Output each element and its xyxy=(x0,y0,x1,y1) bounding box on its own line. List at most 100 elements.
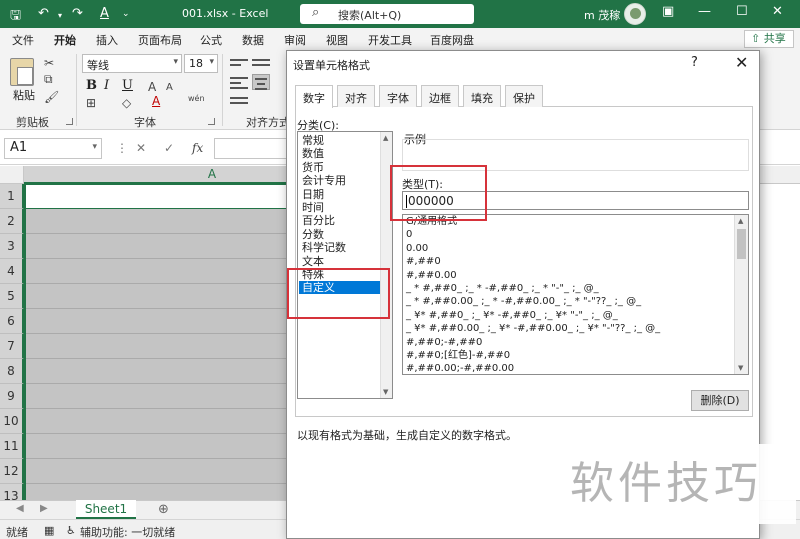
tab-insert[interactable]: 插入 xyxy=(96,32,118,48)
insert-function-icon[interactable]: fx xyxy=(192,141,203,155)
tab-data[interactable]: 数据 xyxy=(242,32,264,48)
tab-view[interactable]: 视图 xyxy=(326,32,348,48)
align-center-icon[interactable] xyxy=(252,74,270,90)
category-item[interactable]: 常规 xyxy=(302,134,324,147)
window-close-icon[interactable]: ✕ xyxy=(772,4,783,19)
tab-alignment[interactable]: 对齐 xyxy=(337,85,375,107)
confirm-entry-icon[interactable]: ✓ xyxy=(164,141,174,155)
ribbon-display-icon[interactable]: ▣ xyxy=(662,4,674,19)
tab-file[interactable]: 文件 xyxy=(12,32,34,48)
row-header[interactable]: 3 xyxy=(0,234,24,259)
format-list-scrollbar[interactable]: ▲ ▼ xyxy=(734,215,748,374)
row-header[interactable]: 11 xyxy=(0,434,24,459)
undo-dropdown-icon[interactable]: ▾ xyxy=(58,11,62,20)
row-header[interactable]: 12 xyxy=(0,459,24,484)
cut-icon[interactable]: ✂ xyxy=(44,56,54,70)
shrink-font-icon[interactable]: A xyxy=(166,82,173,93)
format-code-item[interactable]: 0 xyxy=(406,228,412,242)
tab-home[interactable]: 开始 xyxy=(54,32,76,53)
scroll-thumb[interactable] xyxy=(737,229,746,259)
scroll-up-icon[interactable]: ▲ xyxy=(383,134,388,142)
align-middle-icon[interactable] xyxy=(252,56,270,72)
help-icon[interactable]: ? xyxy=(691,55,698,70)
close-icon[interactable]: ✕ xyxy=(735,53,748,72)
row-header[interactable]: 8 xyxy=(0,359,24,384)
tab-formulas[interactable]: 公式 xyxy=(200,32,222,48)
row-header[interactable]: 6 xyxy=(0,309,24,334)
formula-input[interactable] xyxy=(214,138,296,159)
name-box[interactable]: A1 ▾ xyxy=(4,138,102,159)
customize-quick-access-icon[interactable]: ⌄ xyxy=(122,9,130,19)
delete-button[interactable]: 删除(D) xyxy=(691,390,749,411)
format-code-item[interactable]: #,##0.00 xyxy=(406,269,457,283)
paste-icon[interactable] xyxy=(10,58,34,86)
paste-label[interactable]: 粘贴 xyxy=(13,87,35,103)
tab-baidu-netdisk[interactable]: 百度网盘 xyxy=(430,32,474,48)
tab-font[interactable]: 字体 xyxy=(379,85,417,107)
tab-number[interactable]: 数字 xyxy=(295,85,333,108)
row-header[interactable]: 4 xyxy=(0,259,24,284)
avatar[interactable] xyxy=(624,3,646,25)
category-item[interactable]: 百分比 xyxy=(302,214,335,227)
border-icon[interactable]: ⊞ xyxy=(86,96,96,110)
tab-protection[interactable]: 保护 xyxy=(505,85,543,107)
user-name[interactable]: m 茂稼 xyxy=(584,7,620,23)
category-item[interactable]: 分数 xyxy=(302,228,324,241)
fill-color-icon[interactable]: ◇ xyxy=(122,96,131,110)
share-button[interactable]: ⇧ 共享 xyxy=(744,30,794,48)
select-all-corner[interactable] xyxy=(0,166,24,184)
minimize-icon[interactable]: — xyxy=(698,4,711,19)
category-item[interactable]: 科学记数 xyxy=(302,241,346,254)
tab-developer[interactable]: 开发工具 xyxy=(368,32,412,48)
row-header[interactable]: 5 xyxy=(0,284,24,309)
tab-review[interactable]: 审阅 xyxy=(284,32,306,48)
sheet-next-icon[interactable]: ▶ xyxy=(40,503,48,514)
format-code-item[interactable]: _ ¥* #,##0.00_ ;_ ¥* -#,##0.00_ ;_ ¥* "-… xyxy=(406,322,660,336)
format-code-item[interactable]: #,##0 xyxy=(406,255,441,269)
format-code-list[interactable]: G/通用格式 0 0.00 #,##0 #,##0.00 _ * #,##0_ ;_ * … xyxy=(402,214,749,375)
sheet-prev-icon[interactable]: ◀ xyxy=(16,503,24,514)
status-accessibility[interactable]: 辅助功能: 一切就绪 xyxy=(80,524,175,539)
format-code-item[interactable]: #,##0.00;-#,##0.00 xyxy=(406,362,514,374)
category-item[interactable]: 文本 xyxy=(302,255,324,268)
tab-border[interactable]: 边框 xyxy=(421,85,459,107)
format-code-item[interactable]: 0.00 xyxy=(406,242,428,256)
redo-icon[interactable]: ↷ xyxy=(72,6,83,21)
row-header[interactable]: 10 xyxy=(0,409,24,434)
font-color-quick-icon[interactable]: A xyxy=(100,6,109,21)
clipboard-launcher-icon[interactable] xyxy=(66,118,73,125)
add-sheet-icon[interactable]: ⊕ xyxy=(158,502,169,517)
grow-font-icon[interactable]: A xyxy=(148,80,156,94)
tab-page-layout[interactable]: 页面布局 xyxy=(138,32,182,48)
font-launcher-icon[interactable] xyxy=(208,118,215,125)
copy-icon[interactable]: ⧉ xyxy=(44,72,53,87)
font-name-select[interactable]: 等线 ▾ xyxy=(82,54,182,73)
tab-fill[interactable]: 填充 xyxy=(463,85,501,107)
category-item[interactable]: 会计专用 xyxy=(302,174,346,187)
row-header[interactable]: 7 xyxy=(0,334,24,359)
category-item[interactable]: 时间 xyxy=(302,201,324,214)
maximize-icon[interactable]: ☐ xyxy=(736,4,748,19)
format-code-item[interactable]: _ * #,##0.00_ ;_ * -#,##0.00_ ;_ * "-"??… xyxy=(406,295,641,309)
row-header[interactable]: 1 xyxy=(0,184,24,209)
save-icon[interactable]: 🖫 xyxy=(10,6,21,28)
phonetic-icon[interactable]: wén xyxy=(188,94,205,103)
cancel-entry-icon[interactable]: ✕ xyxy=(136,141,146,155)
align-top-icon[interactable] xyxy=(230,56,248,72)
macro-record-icon[interactable]: ▦ xyxy=(44,524,54,537)
format-code-item[interactable]: _ ¥* #,##0_ ;_ ¥* -#,##0_ ;_ ¥* "-"_ ;_ … xyxy=(406,309,618,323)
italic-button[interactable]: I xyxy=(104,78,109,93)
bold-button[interactable]: B xyxy=(86,78,97,93)
search-box[interactable]: ⌕ 搜索(Alt+Q) xyxy=(300,4,474,24)
category-list[interactable]: 常规 数值 货币 会计专用 日期 时间 百分比 分数 科学记数 文本 特殊 自定义 ▲ ▼ xyxy=(297,131,393,399)
undo-icon[interactable]: ↶ xyxy=(38,6,49,21)
category-item[interactable]: 货币 xyxy=(302,161,324,174)
underline-button[interactable]: U xyxy=(122,78,133,93)
scroll-down-icon[interactable]: ▼ xyxy=(738,364,743,372)
row-header[interactable]: 9 xyxy=(0,384,24,409)
format-code-item[interactable]: #,##0;-#,##0 xyxy=(406,336,482,350)
scroll-up-icon[interactable]: ▲ xyxy=(738,217,743,225)
scroll-down-icon[interactable]: ▼ xyxy=(383,388,388,396)
format-painter-icon[interactable]: 🖌 xyxy=(44,90,59,104)
format-code-item[interactable]: #,##0;[红色]-#,##0 xyxy=(406,349,510,363)
